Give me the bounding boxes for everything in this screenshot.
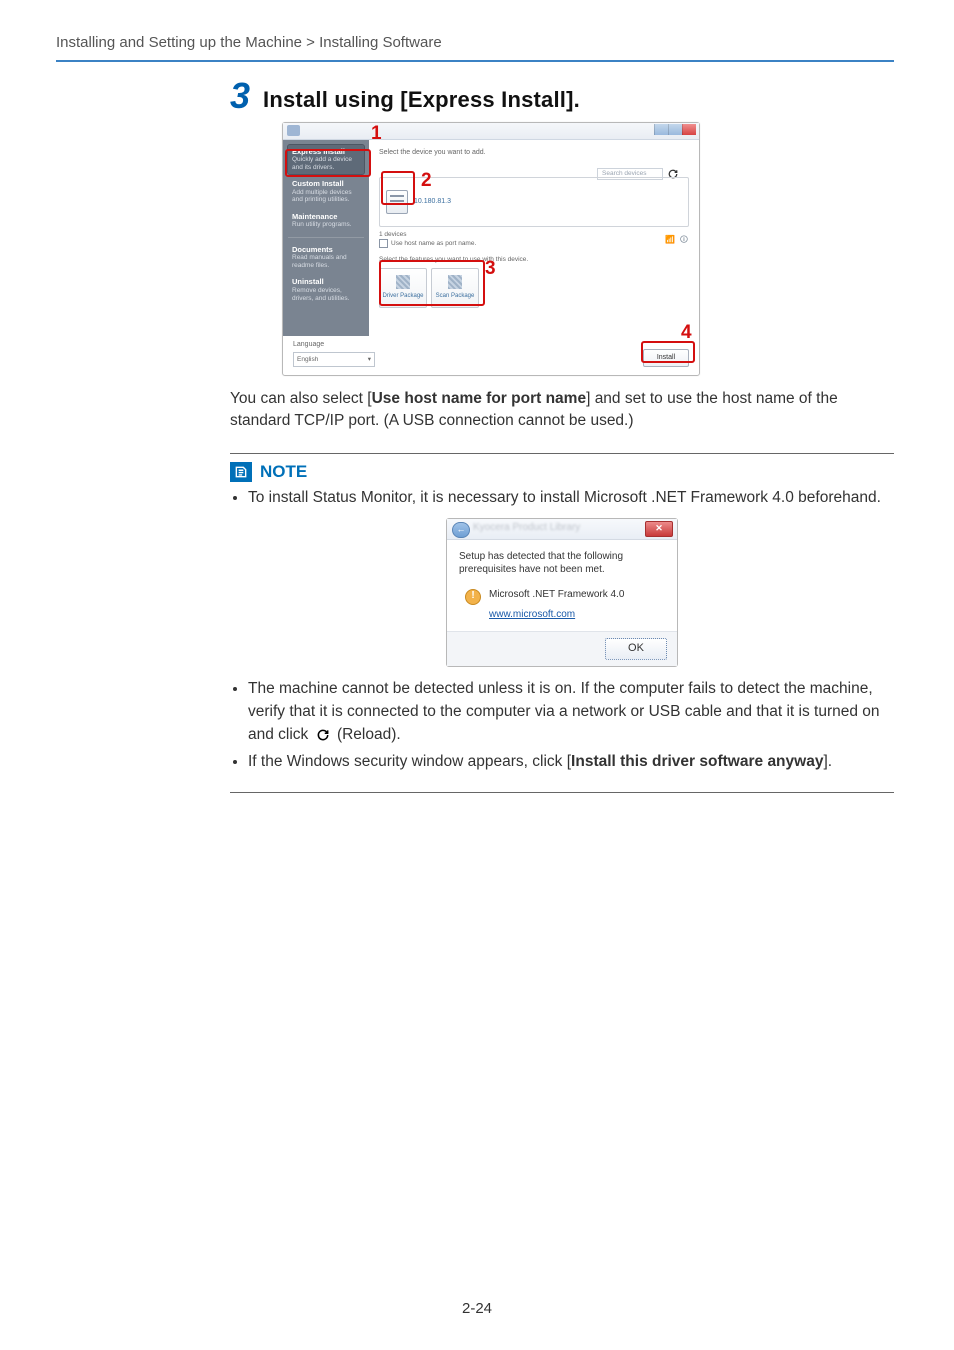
minimize-icon[interactable] <box>654 124 668 135</box>
back-icon[interactable] <box>287 125 300 136</box>
sidebar-separator <box>288 237 364 238</box>
installer-sidebar: Express Install Quickly add a device and… <box>283 140 369 336</box>
device-list[interactable]: 10.180.81.3 <box>379 177 689 227</box>
sidebar-item-title: Express Install <box>292 148 360 157</box>
note-item-detection: The machine cannot be detected unless it… <box>248 677 894 747</box>
window-buttons <box>654 124 696 135</box>
body-paragraph: You can also select [Use host name for p… <box>230 388 894 433</box>
sidebar-item-title: Uninstall <box>292 278 360 287</box>
sidebar-item-sub: Remove devices, drivers, and utilities. <box>292 287 360 302</box>
dialog-title: Kyocera Product Library <box>473 519 651 539</box>
sidebar-item-title: Documents <box>292 246 360 255</box>
prerequisite-dialog: ← Kyocera Product Library ✕ Setup has de… <box>446 518 678 667</box>
warning-icon: ! <box>465 589 481 605</box>
printer-icon <box>386 190 408 214</box>
close-icon[interactable]: ✕ <box>645 521 673 537</box>
device-count: 1 devices <box>379 230 476 239</box>
page-number: 2-24 <box>0 1298 954 1320</box>
language-select[interactable]: English ▾ <box>293 352 375 367</box>
note-block: NOTE To install Status Monitor, it is ne… <box>230 453 894 793</box>
prerequisite-item: ! Microsoft .NET Framework 4.0 www.micro… <box>465 588 665 623</box>
checkbox-icon <box>379 239 388 248</box>
network-icon[interactable]: 📶 <box>665 234 675 244</box>
install-button[interactable]: Install <box>643 349 689 367</box>
sidebar-item-sub: Read manuals and readme files. <box>292 254 360 269</box>
sidebar-item-sub: Quickly add a device and its drivers. <box>292 156 360 171</box>
sidebar-item-documents[interactable]: Documents Read manuals and readme files. <box>288 243 364 273</box>
sidebar-item-sub: Add multiple devices and printing utilit… <box>292 189 360 204</box>
close-icon[interactable] <box>682 124 696 135</box>
dialog-titlebar: ← Kyocera Product Library ✕ <box>447 519 677 540</box>
note-item-status-monitor: To install Status Monitor, it is necessa… <box>248 486 894 509</box>
installer-dialog: Express Install Quickly add a device and… <box>282 122 700 376</box>
ok-button[interactable]: OK <box>605 638 667 660</box>
feature-driver-package[interactable]: Driver Package <box>379 268 427 308</box>
prerequisite-link[interactable]: www.microsoft.com <box>489 608 575 623</box>
language-value: English <box>297 355 318 364</box>
sidebar-item-sub: Run utility programs. <box>292 221 360 228</box>
sidebar-item-maintenance[interactable]: Maintenance Run utility programs. <box>288 210 364 232</box>
chevron-down-icon: ▾ <box>368 355 371 364</box>
sidebar-item-title: Maintenance <box>292 213 360 222</box>
note-label: NOTE <box>260 460 307 485</box>
breadcrumb: Installing and Setting up the Machine > … <box>56 32 894 54</box>
back-icon[interactable]: ← <box>452 522 470 538</box>
sidebar-item-express[interactable]: Express Install Quickly add a device and… <box>288 145 364 175</box>
reload-icon <box>315 727 331 743</box>
feature-label: Driver Package <box>382 292 423 301</box>
prerequisite-name: Microsoft .NET Framework 4.0 <box>489 588 624 603</box>
language-label: Language <box>293 340 375 350</box>
package-icon <box>448 275 462 289</box>
features-label: Select the features you want to use with… <box>379 255 689 264</box>
installer-main: Select the device you want to add. Searc… <box>369 140 699 336</box>
feature-label: Scan Package <box>436 292 475 301</box>
installer-titlebar <box>283 123 699 140</box>
sidebar-item-uninstall[interactable]: Uninstall Remove devices, drivers, and u… <box>288 275 364 305</box>
device-ip: 10.180.81.3 <box>414 197 451 207</box>
note-icon <box>230 462 252 482</box>
maximize-icon[interactable] <box>668 124 682 135</box>
select-device-label: Select the device you want to add. <box>379 148 689 158</box>
use-host-label: Use host name as port name. <box>391 239 476 248</box>
note-item-security: If the Windows security window appears, … <box>248 750 894 773</box>
use-host-checkbox[interactable]: Use host name as port name. <box>379 239 476 248</box>
sidebar-item-title: Custom Install <box>292 180 360 189</box>
step-number: 3 <box>230 78 249 114</box>
header-rule <box>56 60 894 62</box>
package-icon <box>396 275 410 289</box>
dialog-message: Setup has detected that the following pr… <box>459 550 665 576</box>
step-heading: Install using [Express Install]. <box>263 84 580 116</box>
info-icon[interactable]: 🛈 <box>679 234 689 244</box>
feature-scan-package[interactable]: Scan Package <box>431 268 479 308</box>
sidebar-item-custom[interactable]: Custom Install Add multiple devices and … <box>288 177 364 207</box>
